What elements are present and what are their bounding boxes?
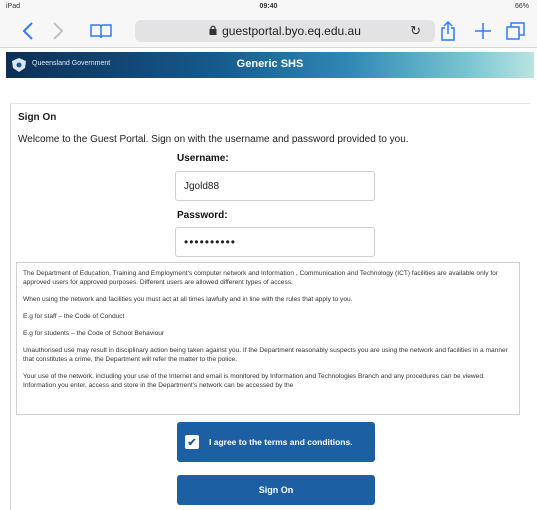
terms-paragraph: Unauthorised use may result in disciplin… [23,347,508,363]
portal-header: Queensland Government Generic SHS [6,52,534,78]
chevron-right-icon[interactable] [48,20,68,42]
reload-icon[interactable]: ↻ [410,23,421,39]
welcome-text: Welcome to the Guest Portal. Sign on wit… [18,134,409,145]
terms-paragraph: E.g for staff – the Code of Conduct [23,313,125,320]
sign-on-button[interactable]: Sign On [177,475,375,505]
terms-paragraph: E.g for students – the Code of School Be… [23,330,165,337]
lock-icon [209,25,217,37]
terms-paragraph: When using the network and facilities yo… [23,296,353,303]
username-label: Username: [177,153,229,164]
portal-title: Generic SHS [236,58,304,70]
address-bar[interactable]: guestportal.byo.eq.edu.au ↻ [135,20,435,42]
agree-terms-button[interactable]: ✔ I agree to the terms and conditions. [177,422,375,462]
plus-icon[interactable] [472,20,494,42]
clock: 09:40 [259,3,278,10]
agree-terms-label: I agree to the terms and conditions. [209,436,353,447]
book-icon[interactable] [90,20,112,42]
browser-toolbar: guestportal.byo.eq.edu.au ↻ [0,14,537,48]
checkmark-icon[interactable]: ✔ [185,435,199,449]
password-field[interactable]: •••••••••• [175,227,375,257]
terms-paragraph: Your use of the network, including your … [23,373,485,389]
chevron-left-icon[interactable] [18,20,38,42]
section-title: Sign On [18,112,57,123]
password-label: Password: [177,210,228,221]
status-bar: iPad 09:40 66% [0,0,537,14]
terms-box[interactable]: The Department of Education, Training an… [16,262,520,415]
battery-indicator: 66% [514,3,529,10]
tabs-icon[interactable] [505,20,527,42]
share-icon[interactable] [437,20,459,42]
terms-paragraph: The Department of Education, Training an… [23,270,499,286]
url-text: guestportal.byo.eq.edu.au [222,24,361,38]
username-field[interactable]: Jgold88 [175,171,375,201]
